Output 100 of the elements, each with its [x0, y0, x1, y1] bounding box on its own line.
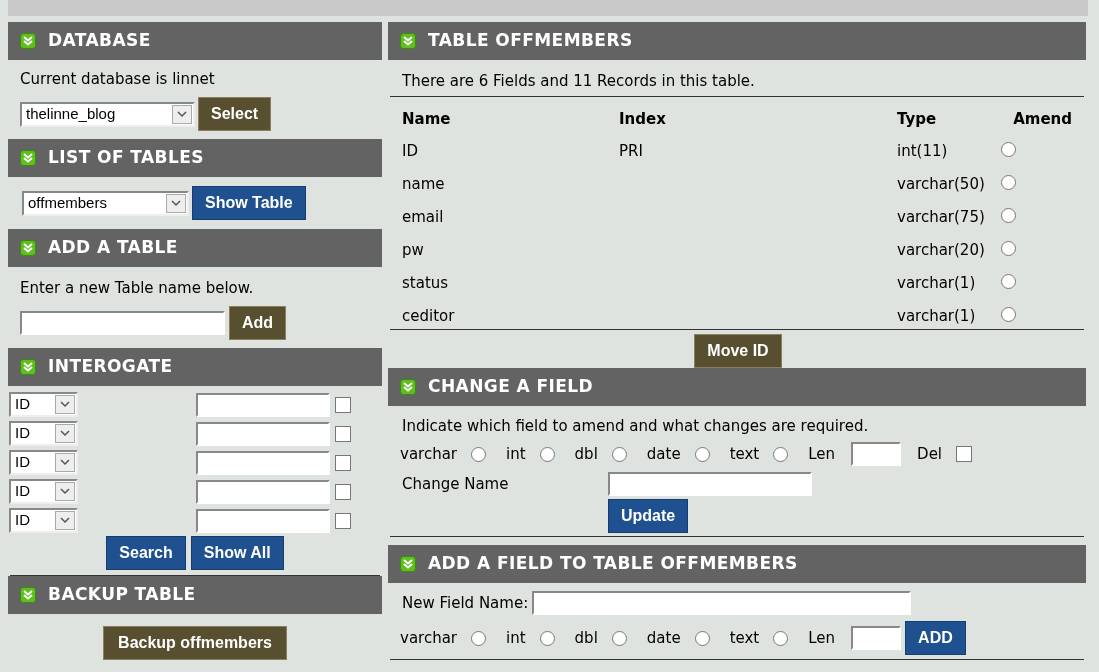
action-button[interactable]: Select — [198, 97, 272, 131]
checkbox[interactable] — [335, 396, 351, 413]
action-button[interactable]: Update — [608, 499, 689, 533]
text-input[interactable] — [196, 392, 330, 417]
table-cell: name — [402, 175, 445, 193]
action-button[interactable]: Show All — [190, 536, 284, 570]
collapse-arrow-icon — [20, 150, 36, 166]
type-label: dbl — [574, 443, 598, 465]
chevron-down-icon — [55, 395, 75, 414]
action-button[interactable]: Move ID — [694, 334, 782, 368]
table-cell: int(11) — [897, 142, 948, 160]
dropdown-select[interactable]: ID — [9, 450, 78, 475]
chevron-down-icon — [55, 424, 75, 443]
column-header: Name — [402, 110, 451, 128]
table-cell: PRI — [619, 142, 643, 160]
collapse-arrow-icon — [20, 359, 36, 375]
table-cell: varchar(20) — [897, 241, 985, 259]
table-cell: status — [402, 274, 449, 292]
radio-button[interactable] — [773, 446, 789, 462]
checkbox[interactable] — [956, 446, 973, 462]
action-button[interactable]: Add — [229, 306, 287, 340]
radio-button[interactable] — [694, 630, 710, 646]
table-cell: varchar(1) — [897, 307, 976, 325]
radio-button[interactable] — [611, 446, 627, 462]
instruction-text: Indicate which field to amend and what changes are required. — [402, 417, 869, 435]
type-label: varchar — [400, 627, 458, 649]
checkbox[interactable] — [335, 425, 351, 442]
radio-button[interactable] — [471, 446, 487, 462]
summary-text: There are 6 Fields and 11 Records in this table. — [402, 72, 755, 90]
type-label: text — [729, 627, 760, 649]
table-cell: pw — [402, 241, 424, 259]
radio-button[interactable] — [1001, 307, 1016, 322]
text-input[interactable] — [196, 508, 330, 533]
section-title: LIST OF TABLES — [48, 146, 204, 170]
radio-button[interactable] — [539, 630, 555, 646]
dropdown-select[interactable]: thelinne_blog — [20, 101, 195, 127]
radio-button[interactable] — [773, 630, 789, 646]
dropdown-select[interactable]: ID — [9, 392, 78, 417]
action-button[interactable]: Show Table — [192, 186, 306, 220]
section-title: DATABASE — [48, 29, 151, 53]
table-cell: ceditor — [402, 307, 455, 325]
database-text: Current database is linnet — [20, 70, 215, 88]
section-title: BACKUP TABLE — [48, 583, 196, 607]
section-title: CHANGE A FIELD — [428, 375, 594, 399]
text-input[interactable] — [196, 421, 330, 446]
radio-button[interactable] — [1001, 175, 1016, 190]
chevron-down-icon — [172, 104, 192, 124]
radio-button[interactable] — [1001, 241, 1016, 256]
type-label: int — [506, 443, 526, 465]
action-button[interactable]: Search — [106, 536, 186, 570]
chevron-down-icon — [166, 193, 186, 213]
len-label: Len — [808, 443, 836, 465]
section-title: TABLE OFFMEMBERS — [428, 29, 633, 53]
type-label: int — [506, 627, 526, 649]
collapse-arrow-icon — [20, 240, 36, 256]
radio-button[interactable] — [694, 446, 710, 462]
column-header: Index — [619, 110, 666, 128]
action-button[interactable]: ADD — [905, 621, 966, 655]
dropdown-select[interactable]: ID — [9, 508, 78, 533]
collapse-arrow-icon — [400, 379, 416, 395]
type-label: date — [646, 443, 681, 465]
action-button[interactable]: Backup offmembers — [103, 626, 287, 660]
text-input[interactable] — [532, 591, 912, 615]
radio-button[interactable] — [611, 630, 627, 646]
type-label: date — [646, 627, 681, 649]
checkbox[interactable] — [335, 483, 351, 500]
chevron-down-icon — [55, 453, 75, 472]
text-input[interactable] — [851, 626, 902, 650]
text-input[interactable] — [20, 311, 225, 335]
radio-button[interactable] — [471, 630, 487, 646]
table-cell: varchar(50) — [897, 175, 985, 193]
instruction-text: Enter a new Table name below. — [20, 279, 254, 297]
dropdown-select[interactable]: ID — [9, 479, 78, 504]
text-input[interactable] — [196, 479, 330, 504]
dropdown-select[interactable]: ID — [9, 421, 78, 446]
new-field-label: New Field Name: — [402, 592, 529, 614]
dropdown-select[interactable]: offmembers — [22, 190, 189, 216]
radio-button[interactable] — [1001, 142, 1016, 157]
collapse-arrow-icon — [20, 33, 36, 49]
type-label: text — [729, 443, 760, 465]
radio-button[interactable] — [1001, 208, 1016, 223]
radio-button[interactable] — [1001, 274, 1016, 289]
section-title: INTEROGATE — [48, 355, 173, 379]
chevron-down-icon — [55, 511, 75, 530]
checkbox[interactable] — [335, 454, 351, 471]
column-header: Amend — [1013, 110, 1072, 128]
text-input[interactable] — [851, 442, 902, 466]
chevron-down-icon — [55, 482, 75, 501]
text-input[interactable] — [608, 472, 812, 496]
column-header: Type — [897, 110, 937, 128]
section-title: ADD A FIELD TO TABLE OFFMEMBERS — [428, 552, 798, 576]
table-cell: varchar(75) — [897, 208, 985, 226]
collapse-arrow-icon — [400, 556, 416, 572]
table-cell: email — [402, 208, 444, 226]
table-cell: ID — [402, 142, 418, 160]
radio-button[interactable] — [539, 446, 555, 462]
type-label: varchar — [400, 443, 458, 465]
text-input[interactable] — [196, 450, 330, 475]
len-label: Len — [808, 627, 836, 649]
checkbox[interactable] — [335, 512, 351, 529]
